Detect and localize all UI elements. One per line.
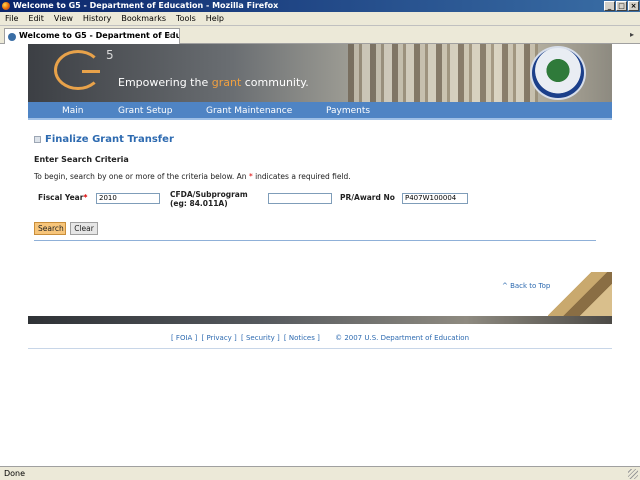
- footer-links: [ FOIA ] [ Privacy ] [ Security ] [ Noti…: [28, 334, 612, 342]
- window-title: Welcome to G5 - Department of Education …: [13, 1, 279, 10]
- search-criteria-heading: Enter Search Criteria: [34, 155, 129, 164]
- department-seal-icon: [530, 46, 586, 100]
- cfda-label-line2: (eg: 84.011A): [170, 199, 228, 208]
- instructions-text: To begin, search by one or more of the c…: [34, 172, 249, 181]
- menu-bookmarks[interactable]: Bookmarks: [116, 12, 171, 26]
- status-bar: Done: [0, 466, 640, 480]
- main-content: Finalize Grant Transfer Enter Search Cri…: [28, 122, 612, 316]
- nav-grant-setup[interactable]: Grant Setup: [118, 102, 172, 120]
- fiscal-year-input[interactable]: 2010: [96, 193, 160, 204]
- corner-decoration-image: [548, 272, 612, 316]
- content-divider: [34, 240, 596, 241]
- footer-link-security[interactable]: [ Security ]: [241, 334, 280, 342]
- menu-tools[interactable]: Tools: [171, 12, 201, 26]
- page-title-row: Finalize Grant Transfer: [34, 134, 174, 145]
- resize-grip-icon[interactable]: [628, 469, 638, 479]
- g5-logo-bar: [82, 70, 100, 73]
- footer-link-privacy[interactable]: [ Privacy ]: [202, 334, 237, 342]
- search-button[interactable]: Search: [34, 222, 66, 235]
- banner-tagline: Empowering the grant community.: [118, 76, 309, 89]
- menu-help[interactable]: Help: [201, 12, 229, 26]
- library-shelves-image: [348, 44, 538, 102]
- footer-border: [28, 348, 612, 349]
- tagline-end: community.: [241, 76, 309, 89]
- clear-button[interactable]: Clear: [70, 222, 98, 235]
- maximize-button[interactable]: □: [616, 1, 627, 11]
- nav-main[interactable]: Main: [62, 102, 84, 120]
- g5-banner: 5 Empowering the grant community.: [28, 44, 612, 102]
- tab-label: Welcome to G5 - Department of Edu...: [19, 31, 180, 40]
- tab-bar: Welcome to G5 - Department of Edu... × ▸: [0, 26, 640, 44]
- tagline-accent: grant: [211, 76, 242, 89]
- firefox-icon: [2, 2, 10, 10]
- footer-link-foia[interactable]: [ FOIA ]: [171, 334, 197, 342]
- menu-edit[interactable]: Edit: [23, 12, 49, 26]
- back-to-top-link[interactable]: ^ Back to Top: [502, 282, 550, 290]
- pr-award-label: PR/Award No: [340, 193, 395, 202]
- footer-link-notices[interactable]: [ Notices ]: [284, 334, 320, 342]
- page-title-icon: [34, 136, 41, 143]
- footer-copyright: © 2007 U.S. Department of Education: [335, 334, 470, 342]
- cfda-label-line1: CFDA/Subprogram: [170, 190, 248, 199]
- window-title-bar: Welcome to G5 - Department of Education …: [0, 0, 640, 12]
- instructions-text-end: indicates a required field.: [252, 172, 351, 181]
- fiscal-year-required-star: *: [83, 193, 88, 202]
- footer-strip: [28, 316, 612, 324]
- nav-grant-maintenance[interactable]: Grant Maintenance: [206, 102, 292, 120]
- menu-history[interactable]: History: [78, 12, 116, 26]
- menu-view[interactable]: View: [49, 12, 78, 26]
- tagline-start: Empowering the: [118, 76, 212, 89]
- fiscal-year-label: Fiscal Year*: [38, 193, 87, 202]
- g5-logo-superscript: 5: [106, 48, 114, 62]
- status-text: Done: [4, 469, 26, 478]
- tab-close-icon[interactable]: ×: [167, 29, 174, 43]
- fiscal-year-label-text: Fiscal Year: [38, 193, 84, 202]
- page-viewport: 5 Empowering the grant community. Main G…: [0, 44, 640, 464]
- main-nav: Main Grant Setup Grant Maintenance Payme…: [28, 102, 612, 120]
- nav-payments[interactable]: Payments: [326, 102, 370, 120]
- site-favicon-icon: [8, 33, 16, 41]
- page-title: Finalize Grant Transfer: [45, 134, 174, 145]
- minimize-button[interactable]: _: [604, 1, 615, 11]
- close-window-button[interactable]: ×: [628, 1, 639, 11]
- menu-bar: File Edit View History Bookmarks Tools H…: [0, 12, 640, 26]
- search-instructions: To begin, search by one or more of the c…: [34, 172, 351, 181]
- cfda-input[interactable]: [268, 193, 332, 204]
- pr-award-input[interactable]: P407W100004: [402, 193, 468, 204]
- tab-list-icon[interactable]: ▸: [626, 29, 638, 41]
- window-controls: _ □ ×: [604, 1, 639, 11]
- cfda-label: CFDA/Subprogram (eg: 84.011A): [170, 190, 248, 208]
- menu-file[interactable]: File: [0, 12, 23, 26]
- browser-tab[interactable]: Welcome to G5 - Department of Edu... ×: [4, 28, 180, 44]
